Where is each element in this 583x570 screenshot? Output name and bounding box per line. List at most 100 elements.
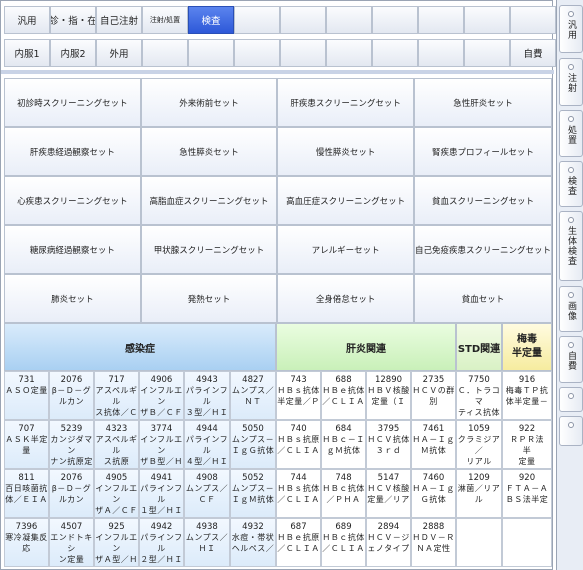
test-item-button[interactable]: 4938 ムンプス／ ＨＩ [184, 518, 230, 567]
set-button[interactable]: 心疾患スクリーニングセット [4, 176, 141, 225]
tab-row2-4[interactable] [188, 39, 234, 67]
test-item-button[interactable]: 5052 ムンプス－ ＩｇＭ抗体 [230, 469, 276, 518]
test-item-button[interactable]: 744 ＨＢｓ抗体 ／ＣＬＩＡ [276, 469, 321, 518]
test-item-button[interactable]: 684 ＨＢｃ－Ｉ ｇＭ抗体 [321, 420, 366, 469]
tab-row1-8[interactable] [372, 6, 418, 34]
test-item-button[interactable]: 12890 ＨＢＶ核酸 定量（Ｉ [366, 371, 411, 420]
test-item-button[interactable]: 748 ＨＢｃ抗体 ／ＰＨＡ [321, 469, 366, 518]
set-button[interactable]: 高脂血症スクリーニングセット [140, 176, 278, 225]
test-item-button[interactable]: 743 ＨＢｓ抗体 半定量／Ｐ [276, 371, 321, 420]
test-item-button[interactable]: 7461 ＨＡ－Ｉｇ Ｍ抗体 [411, 420, 456, 469]
side-tab-7[interactable] [559, 387, 583, 412]
test-item-button[interactable]: 7396 寒冷凝集反応 [4, 518, 49, 567]
test-item-button[interactable]: 4941 パラインフル １型／ＨＩ [139, 469, 184, 518]
test-item-button[interactable]: 2888 ＨＤＶ－Ｒ ＮＡ定性 [411, 518, 456, 567]
test-item-button[interactable]: 689 ＨＢｃ抗体 ／ＣＬＩＡ [321, 518, 366, 567]
tab-row1-11[interactable] [510, 6, 556, 34]
side-tab-3[interactable]: 検査 [559, 161, 583, 207]
tab-row2-1[interactable]: 内服2 [50, 39, 96, 67]
set-button[interactable]: 自己免疫疾患スクリーニングセット [413, 225, 552, 274]
side-tab-4[interactable]: 生体検査 [559, 211, 583, 281]
tab-row1-5[interactable] [234, 6, 280, 34]
tab-row2-10[interactable] [464, 39, 510, 67]
test-item-button[interactable]: 916 梅毒ＴＰ抗 体半定量－ [502, 371, 552, 420]
test-item-button[interactable]: 688 ＨＢｅ抗体 ／ＣＬＩＡ [321, 371, 366, 420]
test-item-button[interactable]: 7460 ＨＡ－Ｉｇ Ｇ抗体 [411, 469, 456, 518]
test-item-button[interactable]: 4507 エンドトキシ ン定量 [49, 518, 94, 567]
test-item-button[interactable]: 2735 ＨＣＶの群別 [411, 371, 456, 420]
side-tab-0[interactable]: 汎用 [559, 5, 583, 53]
test-item-button[interactable]: 811 百日咳菌抗 体／ＥＩＡ [4, 469, 49, 518]
test-item-button[interactable]: 7750 Ｃ．トラコマ ティス抗体 [456, 371, 502, 420]
test-item-button[interactable]: 4905 インフルエン ザＡ／ＣＦ [94, 469, 139, 518]
test-item-button[interactable]: 1059 クラミジア／ リアル [456, 420, 502, 469]
tab-row2-11[interactable]: 自費 [510, 39, 556, 67]
set-button[interactable]: 腎疾患プロフィールセット [413, 127, 552, 176]
tab-row2-8[interactable] [372, 39, 418, 67]
set-button[interactable]: 肝疾患スクリーニングセット [277, 78, 414, 127]
tab-row2-0[interactable]: 内服1 [4, 39, 50, 67]
test-item-button[interactable]: 4827 ムンプス／ ＮＴ [230, 371, 276, 420]
test-item-button[interactable]: 5239 カンジダマン ナン抗原定 [49, 420, 94, 469]
tab-row2-6[interactable] [280, 39, 326, 67]
set-button[interactable]: アレルギーセット [277, 225, 414, 274]
test-item-button[interactable]: 4908 ムンプス／ ＣＦ [184, 469, 230, 518]
set-button[interactable]: 初診時スクリーニングセット [4, 78, 141, 127]
side-tab-label: 自費 [566, 351, 576, 371]
test-item-button[interactable]: 4932 水痘・帯状 ヘルペス／ [230, 518, 276, 567]
side-tab-1[interactable]: 注射 [559, 58, 583, 106]
test-item-button[interactable]: 4943 パラインフル ３型／ＨＩ [184, 371, 230, 420]
tab-row2-2[interactable]: 外用 [96, 39, 142, 67]
set-button[interactable]: 甲状腺スクリーニングセット [140, 225, 278, 274]
side-tab-2[interactable]: 処置 [559, 110, 583, 157]
tab-row1-6[interactable] [280, 6, 326, 34]
set-button[interactable]: 急性肝炎セット [413, 78, 552, 127]
set-button[interactable]: 急性膵炎セット [140, 127, 278, 176]
test-item-button[interactable]: 5147 ＨＣＶ核酸 定量／リア [366, 469, 411, 518]
test-item-button[interactable]: 4906 インフルエン ザＢ／ＣＦ [139, 371, 184, 420]
side-tab-6[interactable]: 自費 [559, 336, 583, 383]
test-item-button[interactable]: 3774 インフルエン ザＢ型／Ｈ [139, 420, 184, 469]
tab-row1-3[interactable]: 注射/処置 [142, 6, 188, 34]
set-button[interactable]: 肺炎セット [4, 274, 141, 323]
test-item-button[interactable]: 2076 β－Ｄ－グ ルカン [49, 371, 94, 420]
test-item-button[interactable]: 1209 淋菌／リアル [456, 469, 502, 518]
test-item-button[interactable]: 731 ＡＳＯ定量 [4, 371, 49, 420]
test-item-button[interactable]: 2076 β－Ｄ－グ ルカン [49, 469, 94, 518]
tab-row1-10[interactable] [464, 6, 510, 34]
set-button[interactable]: 肝疾患経過観察セット [4, 127, 141, 176]
tab-row2-7[interactable] [326, 39, 372, 67]
test-item-button[interactable]: 687 ＨＢｅ抗原 ／ＣＬＩＡ [276, 518, 321, 567]
test-item-button[interactable]: 2894 ＨＣＶ－ジ ェノタイプ [366, 518, 411, 567]
set-button[interactable]: 慢性膵炎セット [277, 127, 414, 176]
test-item-button[interactable]: 5050 ムンプス－ ＩｇＧ抗体 [230, 420, 276, 469]
set-button[interactable]: 貧血セット [413, 274, 552, 323]
tab-row1-9[interactable] [418, 6, 464, 34]
set-button[interactable]: 糖尿病経過観察セット [4, 225, 141, 274]
set-button[interactable]: 全身倦怠セット [277, 274, 414, 323]
side-tab-8[interactable] [559, 416, 583, 446]
test-item-button[interactable]: 717 アスペルギル ス抗体／Ｃ [94, 371, 139, 420]
tab-row1-7[interactable] [326, 6, 372, 34]
test-item-button[interactable]: 4942 パラインフル ２型／ＨＩ [139, 518, 184, 567]
set-button[interactable]: 貧血スクリーニングセット [413, 176, 552, 225]
test-item-button[interactable]: 920 ＦＴＡ－Ａ ＢＳ法半定 [502, 469, 552, 518]
tab-row2-5[interactable] [234, 39, 280, 67]
tab-row1-0[interactable]: 汎用 [4, 6, 50, 34]
test-item-button[interactable]: 707 ＡＳＫ半定量 [4, 420, 49, 469]
tab-row2-3[interactable] [142, 39, 188, 67]
test-item-button[interactable]: 740 ＨＢｓ抗原 ／ＣＬＩＡ [276, 420, 321, 469]
tab-row1-1[interactable]: 診・指・在 [50, 6, 96, 34]
test-item-button[interactable]: 925 インフルエン ザＡ型／Ｈ [94, 518, 139, 567]
test-item-button[interactable]: 3795 ＨＣＶ抗体 ３ｒｄ [366, 420, 411, 469]
test-item-button[interactable]: 4323 アスペルギル ス抗原 [94, 420, 139, 469]
side-tab-5[interactable]: 画像 [559, 286, 583, 332]
set-button[interactable]: 発熱セット [140, 274, 278, 323]
set-button[interactable]: 高血圧症スクリーニングセット [277, 176, 414, 225]
tab-row1-2[interactable]: 自己注射 [96, 6, 142, 34]
test-item-button[interactable]: 922 ＲＰＲ法 半定量 [502, 420, 552, 469]
tab-row1-4[interactable]: 検査 [188, 6, 234, 34]
tab-row2-9[interactable] [418, 39, 464, 67]
set-button[interactable]: 外来術前セット [140, 78, 278, 127]
test-item-button[interactable]: 4944 パラインフル ４型／ＨＩ [184, 420, 230, 469]
